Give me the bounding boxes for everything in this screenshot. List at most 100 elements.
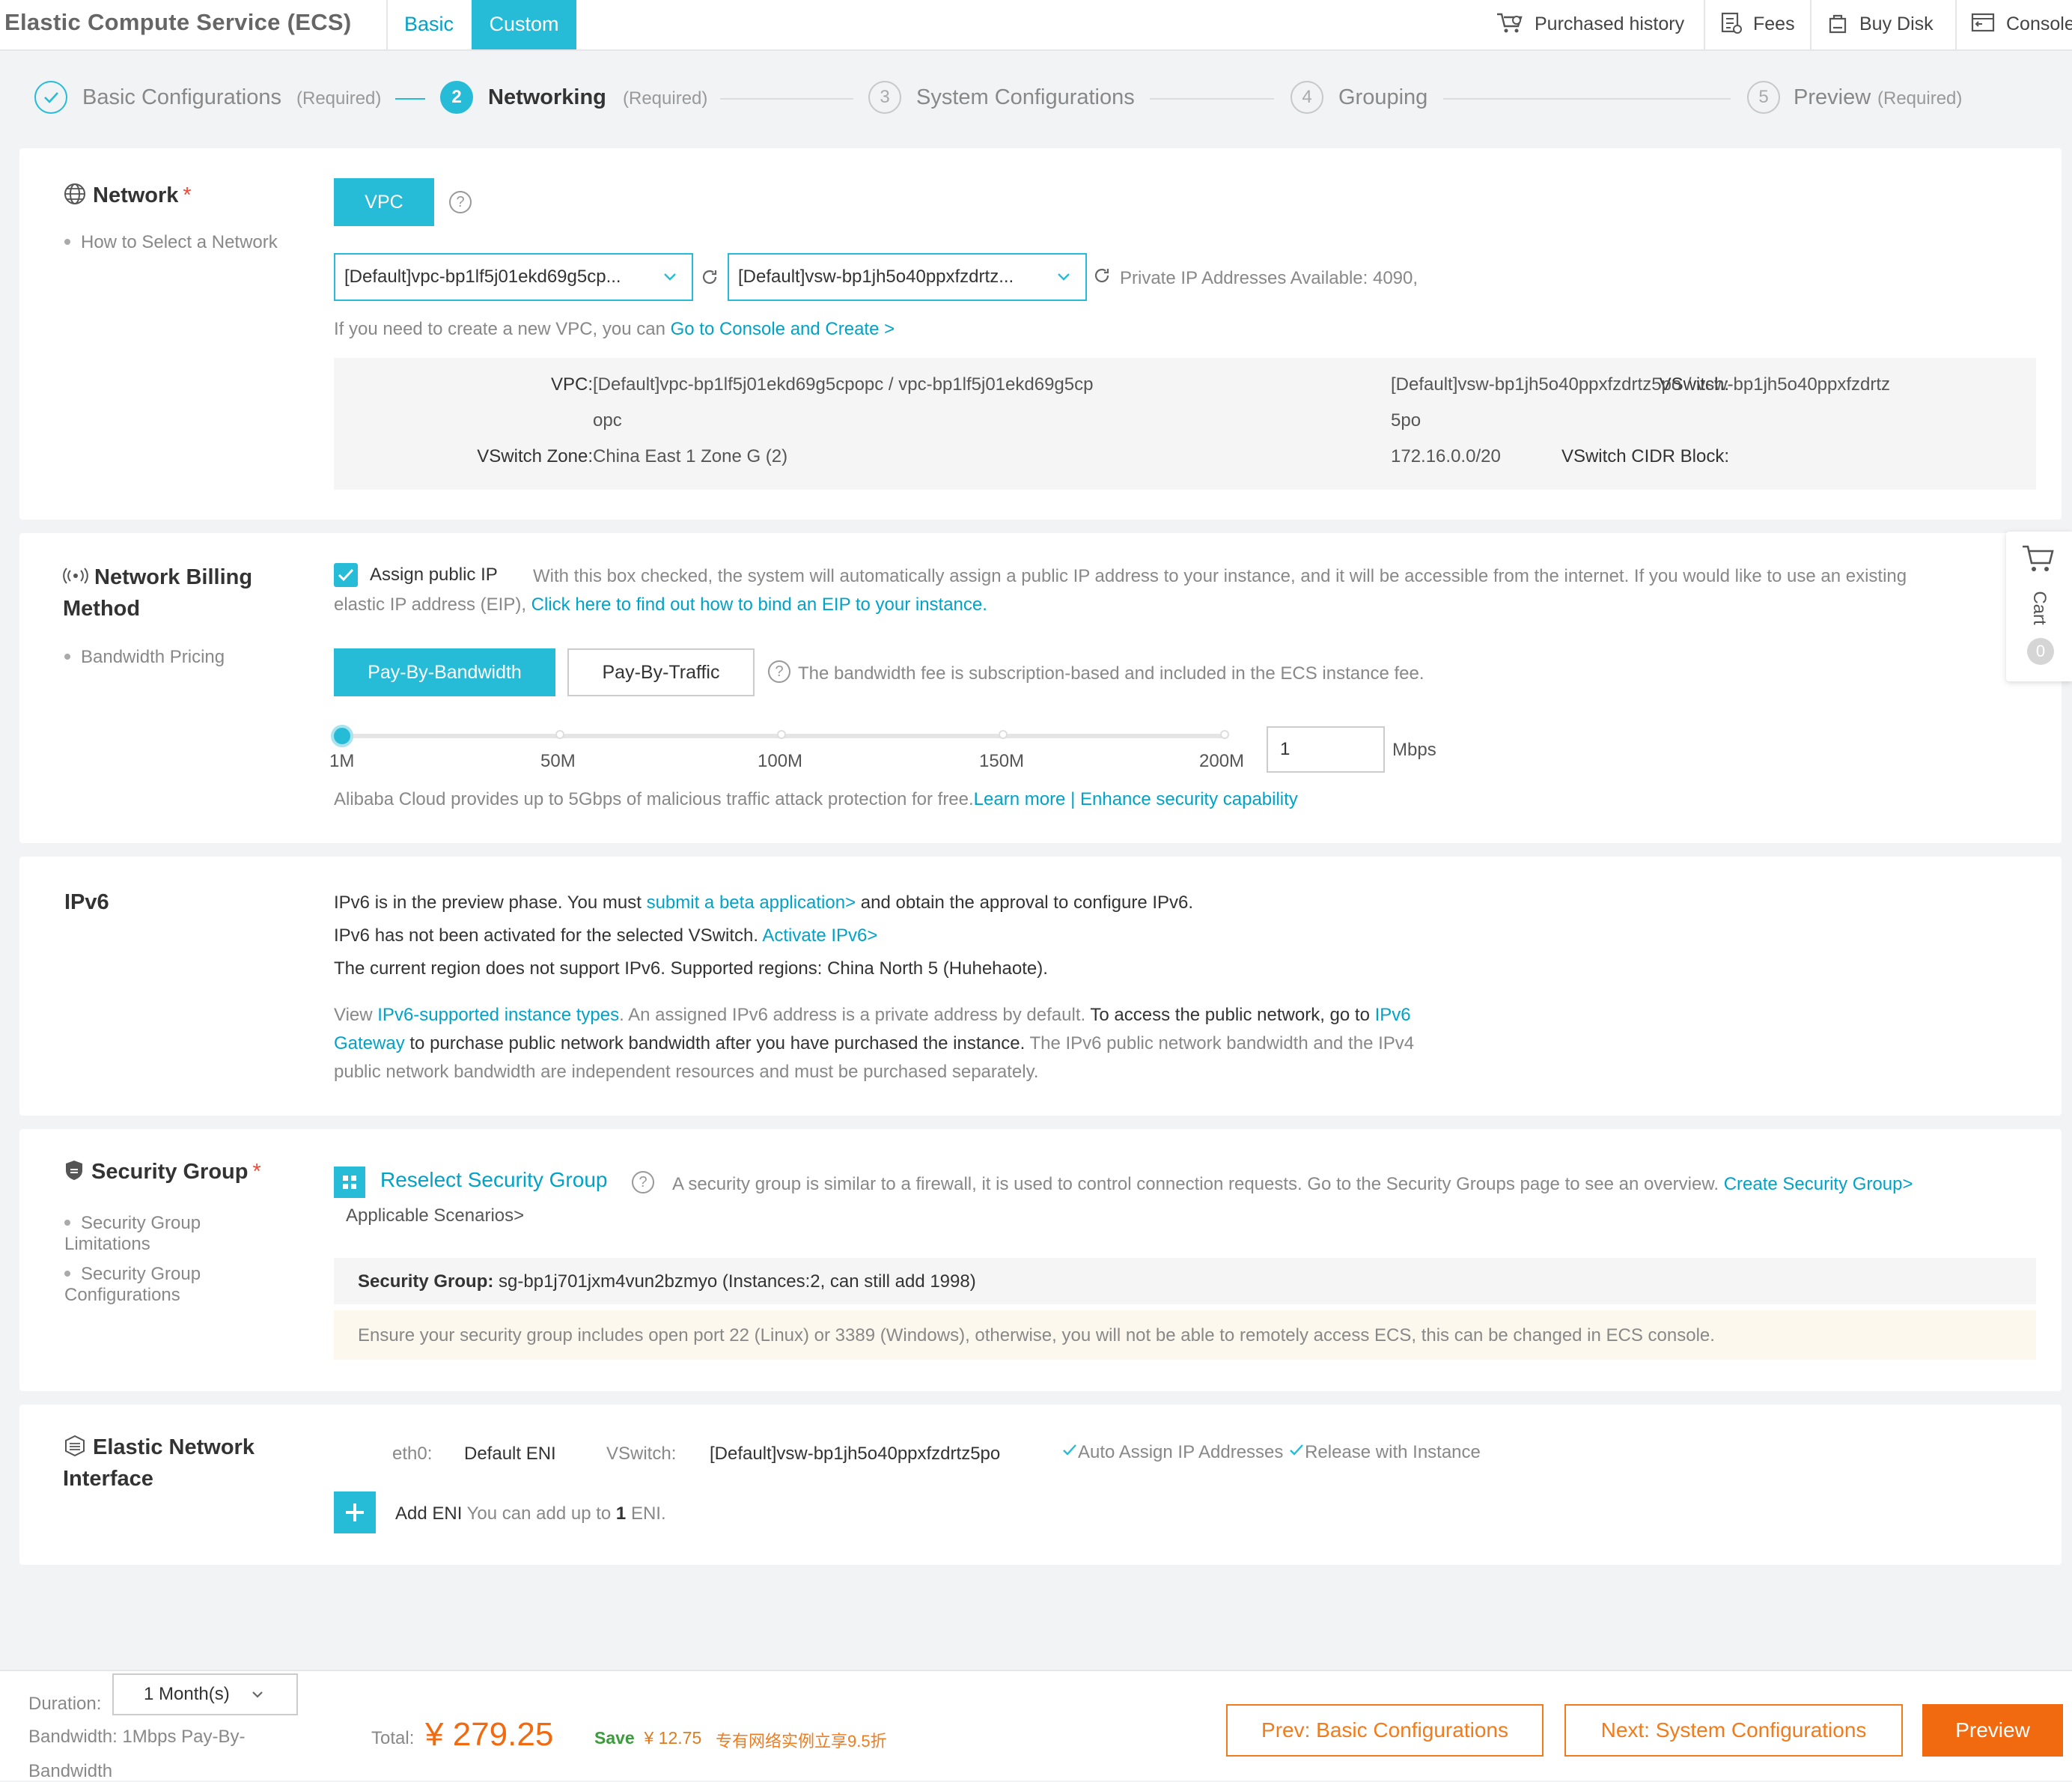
cart-label: Cart (2029, 591, 2050, 625)
fees-label: Fees (1753, 13, 1795, 34)
eni-vswitch-key: VSwitch: (606, 1444, 677, 1464)
slider-tick[interactable] (1220, 730, 1229, 739)
assign-public-ip-checkbox[interactable] (334, 563, 358, 587)
go-to-console-link[interactable]: Go to Console and Create > (671, 319, 895, 339)
help-icon[interactable]: ? (632, 1171, 654, 1193)
console-link[interactable]: Console (1970, 0, 2072, 48)
activate-ipv6-link[interactable]: Activate IPv6> (762, 925, 877, 946)
submit-beta-link[interactable]: submit a beta application> (647, 892, 856, 913)
eth0-value: Default ENI (464, 1444, 556, 1464)
bandwidth-slider-handle[interactable] (331, 725, 353, 747)
add-eni-label[interactable]: Add ENI (395, 1503, 462, 1524)
help-icon[interactable]: ? (768, 660, 790, 683)
divider (1955, 0, 1957, 49)
security-group-title: Security Group * (63, 1156, 261, 1188)
ipv6-preview-line: IPv6 is in the preview phase. You must s… (334, 892, 1194, 913)
ipv6-note-1: View IPv6-supported instance types. An a… (334, 1005, 1411, 1025)
refresh-icon[interactable] (1091, 265, 1112, 286)
purchased-history-label: Purchased history (1535, 13, 1685, 34)
footer-bar: Duration: 1 Month(s) Bandwidth: 1Mbps Pa… (0, 1670, 2072, 1781)
step-2-label[interactable]: Networking (488, 85, 606, 110)
slider-label: 1M (329, 751, 355, 771)
required-mark: * (252, 1160, 261, 1184)
vswitch-select[interactable]: [Default]vsw-bp1jh5o40ppxfzdrtz... (728, 253, 1087, 301)
tab-basic[interactable]: Basic (388, 0, 470, 49)
required-mark: * (183, 183, 192, 207)
security-group-limitations-link[interactable]: Security Group Limitations (64, 1213, 201, 1255)
slider-tick[interactable] (555, 730, 564, 739)
pay-by-traffic-button[interactable]: Pay-By-Traffic (567, 648, 755, 696)
slider-tick[interactable] (777, 730, 786, 739)
ipv6-gateway-link-cont[interactable]: Gateway (334, 1033, 405, 1053)
add-eni-note: Add ENI You can add up to 1 ENI. (395, 1503, 666, 1524)
signal-icon (63, 568, 88, 585)
step-connector (720, 98, 853, 100)
bandwidth-fee-note: The bandwidth fee is subscription-based … (798, 663, 1424, 684)
step-1-label[interactable]: Basic Configurations (82, 85, 281, 110)
vpc-value-cont: opc (593, 410, 622, 431)
eth0-key: eth0: (392, 1444, 433, 1464)
security-group-configurations-link[interactable]: Security Group Configurations (64, 1264, 201, 1306)
slider-tick[interactable] (999, 730, 1008, 739)
bandwidth-input[interactable]: 1 (1267, 726, 1385, 773)
slider-label: 200M (1199, 751, 1245, 771)
buy-disk-label: Buy Disk (1859, 13, 1934, 34)
tab-custom[interactable]: Custom (472, 0, 576, 49)
network-title: Network * (63, 180, 192, 211)
step-3-label[interactable]: System Configurations (916, 85, 1135, 110)
create-security-group-link[interactable]: Create Security Group> (1724, 1174, 1913, 1194)
preview-button[interactable]: Preview (1922, 1704, 2063, 1757)
step-5-required: (Required) (1877, 88, 1963, 109)
vpc-button[interactable]: VPC (334, 178, 434, 226)
console-icon (1971, 13, 1995, 32)
assign-public-ip-label[interactable]: Assign public IP (370, 565, 498, 586)
ipv6-gateway-link[interactable]: IPv6 (1375, 1005, 1411, 1025)
cart-icon (2023, 545, 2054, 571)
pay-by-bandwidth-button[interactable]: Pay-By-Bandwidth (334, 648, 555, 696)
chevron-down-icon (1058, 273, 1070, 281)
divider (1810, 0, 1812, 49)
step-5-label[interactable]: Preview (1794, 85, 1871, 110)
network-billing-title: Network Billing Method (63, 565, 253, 621)
how-to-select-network-link[interactable]: How to Select a Network (64, 232, 278, 253)
next-button[interactable]: Next: System Configurations (1564, 1704, 1903, 1757)
cart-panel[interactable]: Cart 0 (2006, 532, 2072, 681)
total-price: ¥ 279.25 (425, 1716, 554, 1753)
assign-public-ip-desc: With this box checked, the system will a… (533, 566, 1907, 586)
step-connector (395, 98, 425, 100)
save-amount: Save ¥ 12.75 (594, 1728, 702, 1748)
disk-icon (1829, 15, 1847, 34)
vpc-select[interactable]: [Default]vpc-bp1lf5j01ekd69g5cp... (334, 253, 693, 301)
cidr-value: 172.16.0.0/20 (1391, 446, 1501, 466)
buy-disk-link[interactable]: Buy Disk (1826, 0, 1934, 48)
private-ip-available: Private IP Addresses Available: 4090, (1120, 268, 1419, 288)
learn-more-link[interactable]: Learn more (974, 789, 1066, 809)
add-eni-button[interactable] (334, 1491, 376, 1533)
fees-link[interactable]: Fees (1720, 0, 1795, 48)
eni-section: Elastic Network Interface eth0: Default E… (19, 1405, 2062, 1565)
refresh-icon[interactable] (699, 267, 720, 288)
prev-button[interactable]: Prev: Basic Configurations (1226, 1704, 1544, 1757)
ipv6-section: IPv6 IPv6 is in the preview phase. You m… (19, 857, 2062, 1116)
slider-label: 100M (758, 751, 803, 771)
grid-icon[interactable] (334, 1167, 365, 1198)
step-3-number: 3 (868, 81, 901, 114)
security-group-section: Security Group * Security Group Limitation… (19, 1129, 2062, 1391)
bind-eip-link[interactable]: Click here to find out how to bind an EI… (531, 594, 987, 615)
enhance-security-link[interactable]: Enhance security capability (1080, 789, 1298, 809)
security-warning: Ensure your security group includes open… (334, 1310, 2036, 1360)
reselect-security-group-button[interactable]: Reselect Security Group (380, 1168, 607, 1192)
ipv6-title: IPv6 (64, 890, 109, 914)
divider (1704, 0, 1705, 49)
help-icon[interactable]: ? (449, 191, 472, 213)
applicable-scenarios-link[interactable]: Applicable Scenarios> (346, 1205, 524, 1226)
purchased-history-link[interactable]: Purchased history (1496, 0, 1684, 48)
ipv6-instance-types-link[interactable]: IPv6-supported instance types (377, 1005, 619, 1025)
protection-text: Alibaba Cloud provides up to 5Gbps of ma… (334, 789, 1298, 809)
step-1-required: (Required) (296, 88, 382, 109)
bandwidth-pricing-link[interactable]: Bandwidth Pricing (64, 647, 225, 668)
vswitch-zone-value: China East 1 Zone G (2) (593, 446, 788, 466)
network-billing-section: Network Billing Method Bandwidth Pricing … (19, 533, 2062, 843)
duration-select[interactable]: 1 Month(s) (112, 1673, 298, 1715)
step-4-label[interactable]: Grouping (1338, 85, 1427, 110)
